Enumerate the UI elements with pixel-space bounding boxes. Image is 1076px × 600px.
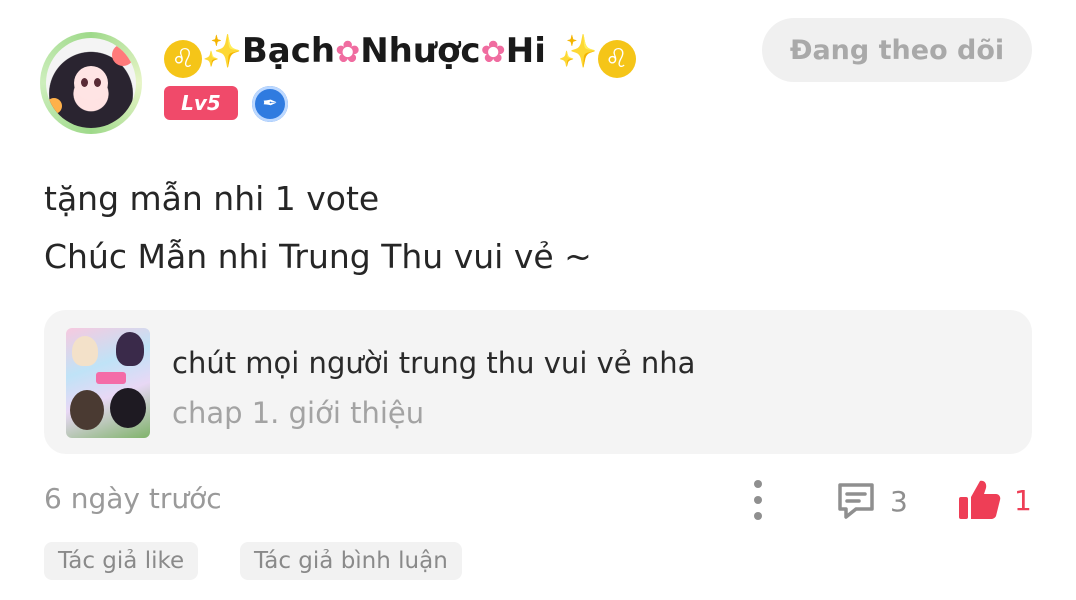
level-badge: Lv5 — [164, 86, 238, 120]
thumbnail-character — [72, 336, 98, 366]
post-content: tặng mẫn nhi 1 vote Chúc Mẫn nhi Trung T… — [44, 170, 592, 286]
comment-button[interactable]: 3 — [834, 478, 908, 524]
comment-icon — [838, 483, 874, 519]
cherry-blossom-icon: ✿ — [335, 35, 361, 70]
leo-zodiac-icon: ♌ — [164, 40, 202, 78]
cherry-blossom-icon: ✿ — [480, 35, 506, 70]
avatar-face — [74, 66, 108, 100]
author-name-part-1: Bạch — [241, 31, 336, 71]
linked-chapter-card[interactable]: chút mọi người trung thu vui vẻ nha chap… — [44, 310, 1032, 454]
thumbnail-title-art — [96, 372, 126, 384]
author-name-part-2: Nhược — [360, 31, 481, 71]
sparkles-icon: ✨ — [202, 32, 242, 70]
comment-count: 3 — [890, 484, 908, 518]
avatar-eye-right — [94, 78, 101, 87]
more-dot — [754, 512, 762, 520]
more-options-icon[interactable] — [748, 480, 768, 520]
card-subtitle: chap 1. giới thiệu — [172, 396, 425, 430]
avatar-image — [46, 38, 136, 128]
author-commented-tag: Tác giả bình luận — [240, 542, 462, 580]
comic-cover-thumbnail — [66, 328, 150, 438]
avatar-eye-left — [81, 78, 88, 87]
following-button[interactable]: Đang theo dõi — [762, 18, 1032, 82]
more-dot — [754, 496, 762, 504]
author-name[interactable]: ♌ ✨Bạch✿Nhược✿Hi ✨ ♌ — [164, 28, 636, 78]
pen-nib-icon[interactable]: ✒ — [252, 86, 288, 122]
content-line: tặng mẫn nhi 1 vote — [44, 179, 380, 218]
like-button[interactable]: 1 — [956, 476, 1032, 524]
thumbs-up-icon — [959, 480, 1001, 519]
thumbnail-character — [116, 332, 144, 366]
like-count: 1 — [1014, 483, 1032, 517]
candy-decoration — [46, 98, 62, 114]
avatar[interactable] — [40, 32, 142, 134]
post-timestamp: 6 ngày trước — [44, 482, 222, 515]
card-title: chút mọi người trung thu vui vẻ nha — [172, 346, 696, 380]
content-line: Chúc Mẫn nhi Trung Thu vui vẻ ~ — [44, 237, 592, 276]
fruit-decoration — [112, 44, 134, 66]
thumbnail-character — [110, 388, 146, 428]
author-name-part-3: Hi — [505, 31, 546, 71]
more-dot — [754, 480, 762, 488]
sparkles-icon: ✨ — [557, 32, 598, 70]
thumbnail-character — [70, 390, 104, 430]
leo-zodiac-icon: ♌ — [597, 40, 636, 78]
author-liked-tag: Tác giả like — [44, 542, 199, 580]
